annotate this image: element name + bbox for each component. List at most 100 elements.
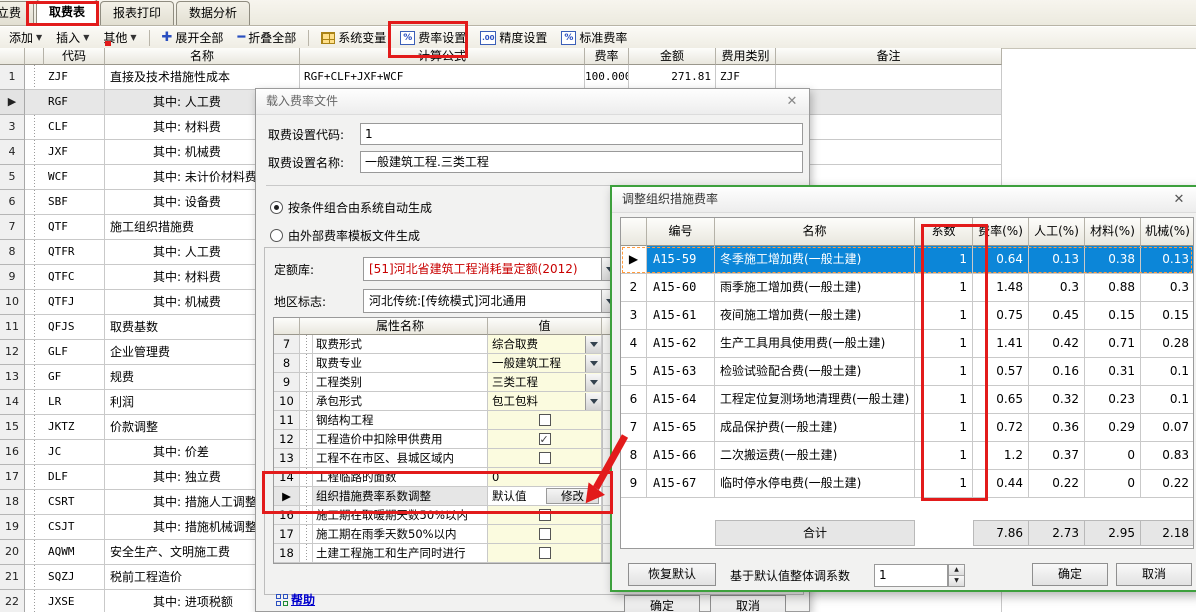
measure-row-A15-62[interactable]: 4A15-62生产工具用具使用费(一般土建)11.410.420.710.28	[621, 330, 1193, 358]
header-material: 材料(%)	[1085, 218, 1141, 246]
ok-button[interactable]: 确定	[1032, 563, 1108, 586]
help-link[interactable]: 帮助	[276, 591, 315, 608]
property-value-cell[interactable]: 综合取费	[488, 335, 602, 354]
property-value-cell[interactable]: 0	[488, 468, 602, 487]
measure-row-A15-67[interactable]: 9A15-67临时停水停电费(一般土建)10.440.2200.22	[621, 470, 1193, 498]
measure-row-A15-60[interactable]: 2A15-60雨季施工增加费(一般土建)11.480.30.880.3	[621, 274, 1193, 302]
modify-button[interactable]: 修改	[546, 488, 599, 504]
property-row-12[interactable]: 12工程造价中扣除甲供费用	[274, 430, 616, 449]
collapse-all-button[interactable]: ━ 折叠全部	[232, 28, 301, 47]
checkbox-unchecked[interactable]	[539, 509, 551, 521]
tree-connector	[300, 468, 313, 487]
checkbox-checked[interactable]	[539, 433, 551, 445]
restore-default-button[interactable]: 恢复默认	[628, 563, 716, 586]
insert-button[interactable]: 插入▼	[51, 28, 94, 47]
property-row-9[interactable]: 9工程类别三类工程	[274, 373, 616, 392]
close-icon[interactable]: ✕	[783, 93, 801, 111]
fee-code-cell: SBF	[44, 190, 105, 215]
fee-code-cell: JC	[44, 440, 105, 465]
chevron-down-icon[interactable]	[585, 336, 601, 353]
fee-name-input[interactable]: 一般建筑工程.三类工程	[360, 151, 803, 173]
header-rate: 费率	[585, 48, 629, 65]
region-select[interactable]: 河北传统:[传统模式]河北通用	[363, 289, 618, 313]
measure-row-A15-59[interactable]: ▶A15-59冬季施工增加费(一般土建)10.640.130.380.13	[621, 246, 1193, 274]
adjust-measure-rates-dialog: 调整组织措施费率 ✕ 编号 名称 系数 费率(%) 人工(%) 材料(%) 机械…	[610, 185, 1196, 592]
chevron-down-icon[interactable]	[585, 393, 601, 410]
measure-machine-cell: 0.15	[1141, 302, 1194, 330]
measure-material-cell: 0.88	[1085, 274, 1141, 302]
measure-row-A15-66[interactable]: 8A15-66二次搬运费(一般土建)11.20.3700.83	[621, 442, 1193, 470]
row-number: 16	[274, 506, 300, 525]
tab-数据分析[interactable]: 数据分析	[176, 1, 250, 25]
fee-code-input[interactable]: 1	[360, 123, 803, 145]
rate-settings-button[interactable]: % 费率设置	[395, 28, 471, 47]
radio-external-label: 由外部费率模板文件生成	[288, 227, 420, 244]
system-vars-button[interactable]: 系统变量	[316, 28, 391, 47]
measure-code-cell: A15-59	[647, 246, 715, 274]
radio-auto-generate[interactable]: 按条件组合由系统自动生成	[270, 199, 432, 216]
property-value-cell[interactable]: 默认值修改	[488, 487, 602, 506]
ok-button[interactable]: 确定	[624, 595, 700, 612]
add-button[interactable]: 添加▼	[4, 28, 47, 47]
property-row-16[interactable]: 16施工期在取暖期天数50%以内	[274, 506, 616, 525]
checkbox-unchecked[interactable]	[539, 452, 551, 464]
other-button[interactable]: 其他▼	[98, 28, 141, 47]
checkbox-unchecked[interactable]	[539, 528, 551, 540]
property-name-cell: 施工期在雨季天数50%以内	[313, 525, 488, 544]
close-icon[interactable]: ✕	[1170, 191, 1188, 209]
spinner-up-icon[interactable]: ▲	[949, 565, 964, 576]
header-category: 费用类别	[716, 48, 776, 65]
overall-coef-input[interactable]: 1	[874, 564, 948, 587]
row-number: 8	[274, 354, 300, 373]
property-value-cell[interactable]: 一般建筑工程	[488, 354, 602, 373]
toolbar-separator	[149, 30, 150, 46]
property-value-cell[interactable]	[488, 544, 602, 563]
tab-立费[interactable]: 立费	[0, 1, 34, 25]
coef-spinner[interactable]: ▲ ▼	[948, 564, 965, 587]
property-value-cell[interactable]	[488, 525, 602, 544]
cancel-button[interactable]: 取消	[1116, 563, 1192, 586]
measure-rate-cell: 0.75	[973, 302, 1029, 330]
measure-row-A15-65[interactable]: 7A15-65成品保护费(一般土建)10.720.360.290.07	[621, 414, 1193, 442]
precision-settings-button[interactable]: .00 精度设置	[475, 28, 552, 47]
row-number: 16	[0, 440, 25, 465]
property-value-cell[interactable]	[488, 430, 602, 449]
property-value-cell[interactable]: 三类工程	[488, 373, 602, 392]
property-value-cell[interactable]	[488, 411, 602, 430]
property-value-cell[interactable]: 包工包料	[488, 392, 602, 411]
property-row-17[interactable]: 17施工期在雨季天数50%以内	[274, 525, 616, 544]
chevron-down-icon[interactable]	[585, 355, 601, 372]
standard-rates-button[interactable]: % 标准费率	[556, 28, 632, 47]
tab-报表打印[interactable]: 报表打印	[100, 1, 174, 25]
measure-row-A15-64[interactable]: 6A15-64工程定位复测场地清理费(一般土建)10.650.320.230.1	[621, 386, 1193, 414]
chevron-down-icon[interactable]	[585, 374, 601, 391]
measure-coef-cell: 1	[915, 414, 973, 442]
cancel-button[interactable]: 取消	[710, 595, 786, 612]
radio-external-template[interactable]: 由外部费率模板文件生成	[270, 227, 420, 244]
checkbox-unchecked[interactable]	[539, 547, 551, 559]
property-row-8[interactable]: 8取费专业一般建筑工程	[274, 354, 616, 373]
tree-connector	[25, 515, 44, 540]
property-value-cell[interactable]	[488, 449, 602, 468]
tab-取费表[interactable]: 取费表	[36, 0, 98, 25]
property-row-13[interactable]: 13工程不在市区、县城区域内	[274, 449, 616, 468]
fee-row-ZJF[interactable]: 1ZJF直接及技术措施性成本RGF+CLF+JXF+WCF100.000271.…	[0, 65, 1002, 90]
property-row-18[interactable]: 18土建工程施工和生产同时进行	[274, 544, 616, 563]
measure-labor-cell: 0.16	[1029, 358, 1085, 386]
measure-row-A15-63[interactable]: 5A15-63检验试验配合费(一般土建)10.570.160.310.1	[621, 358, 1193, 386]
property-value-cell[interactable]	[488, 506, 602, 525]
quota-lib-select[interactable]: [51]河北省建筑工程消耗量定额(2012)	[363, 257, 618, 281]
property-row-15[interactable]: ▶组织措施费率系数调整默认值修改	[274, 487, 616, 506]
property-row-10[interactable]: 10承包形式包工包料	[274, 392, 616, 411]
property-row-7[interactable]: 7取费形式综合取费	[274, 335, 616, 354]
measure-row-A15-61[interactable]: 3A15-61夜间施工增加费(一般土建)10.750.450.150.15	[621, 302, 1193, 330]
tree-connector	[25, 265, 44, 290]
tree-connector	[25, 90, 44, 115]
tree-connector	[25, 165, 44, 190]
spinner-down-icon[interactable]: ▼	[949, 576, 964, 586]
checkbox-unchecked[interactable]	[539, 414, 551, 426]
tree-connector	[300, 335, 313, 354]
expand-all-button[interactable]: ✚ 展开全部	[157, 28, 229, 47]
property-row-14[interactable]: 14工程临路的面数0	[274, 468, 616, 487]
property-row-11[interactable]: 11钢结构工程	[274, 411, 616, 430]
